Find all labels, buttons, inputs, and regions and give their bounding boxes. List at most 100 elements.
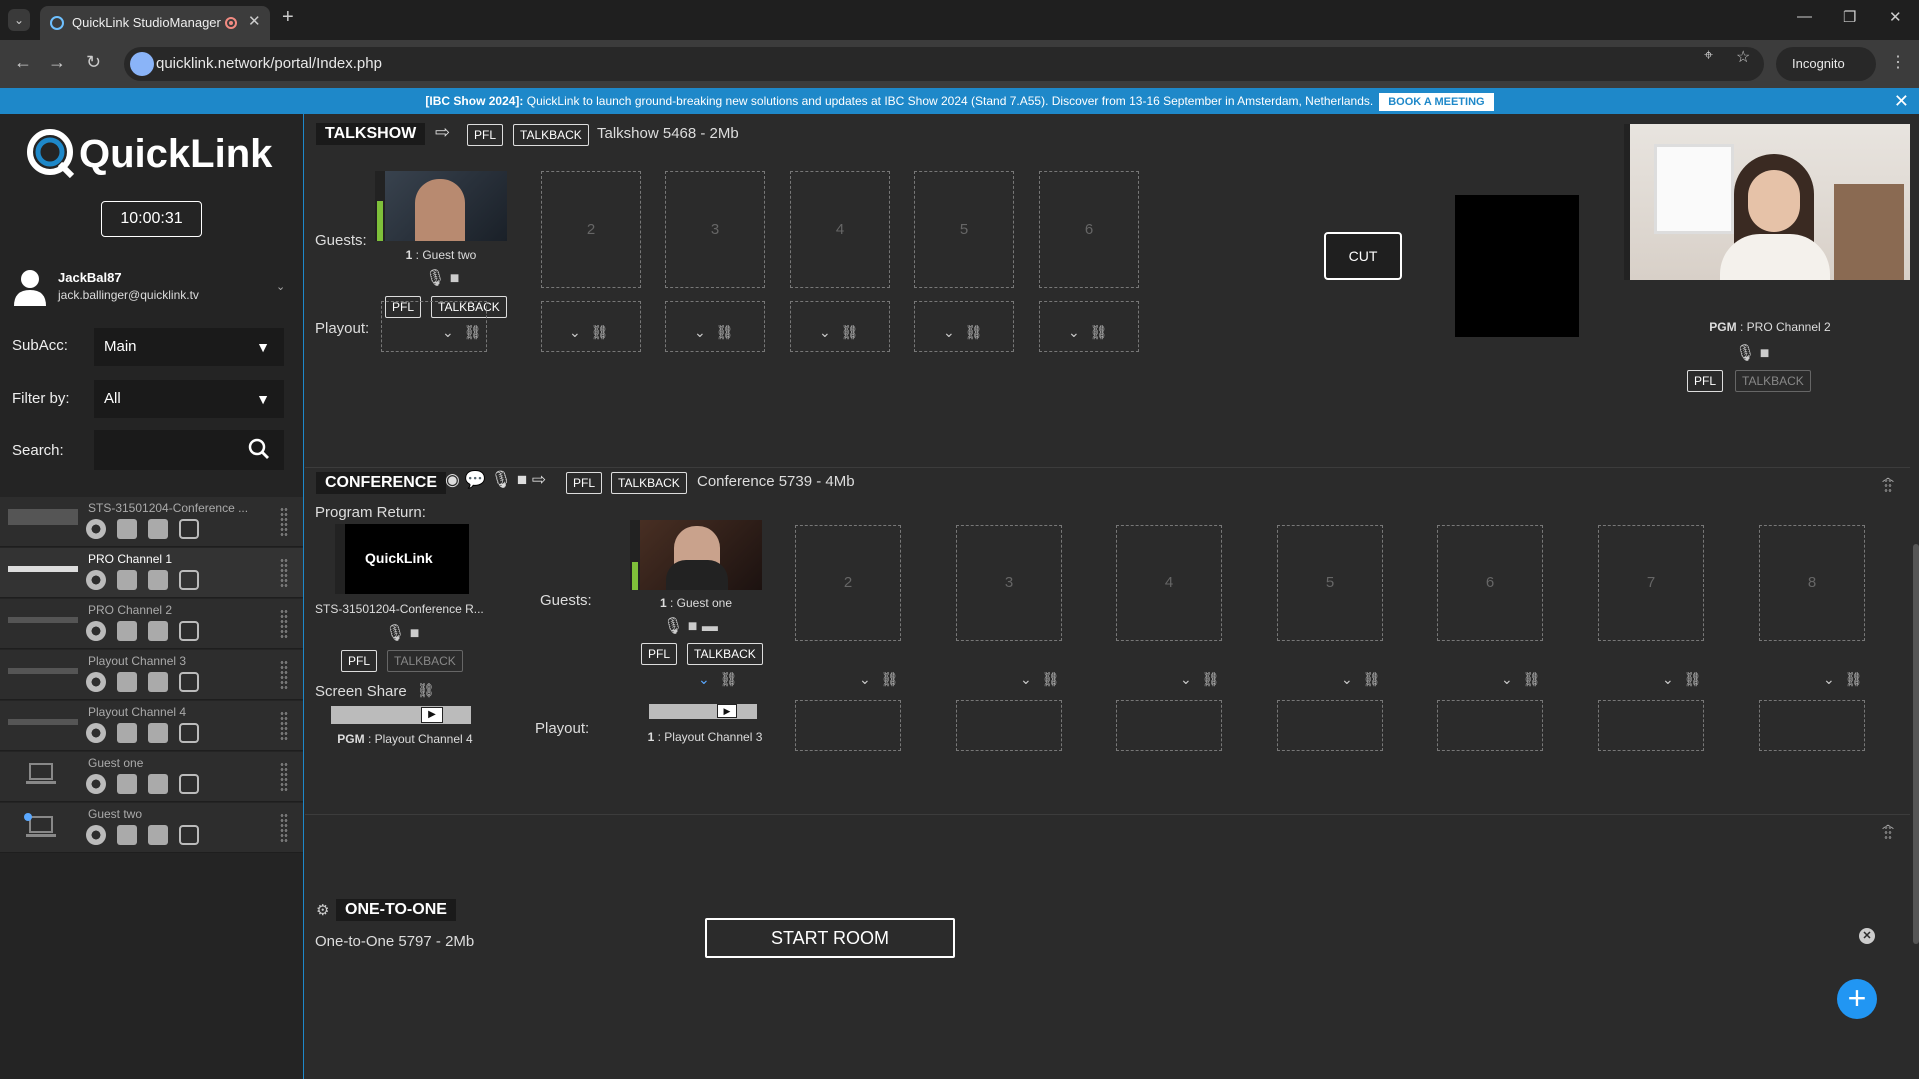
talkshow-pfl-button[interactable]: PFL [467,124,504,146]
chat-icon[interactable]: 💬 [465,470,486,489]
restore-button[interactable]: ❐ [1843,8,1856,26]
guest-slot[interactable]: 8 [1759,525,1865,641]
gear-icon[interactable] [86,672,106,692]
guest-slot[interactable]: 2 [541,171,641,288]
drag-handle-icon[interactable] [1884,825,1892,841]
drag-handle-icon[interactable] [280,813,288,843]
close-icon[interactable]: ✕ [1859,928,1875,944]
headphones-icon[interactable] [117,825,137,845]
link-icon[interactable]: ⛓ [417,682,435,699]
list-item[interactable]: Guest two [0,803,303,853]
chevron-down-icon[interactable]: ⌄ [1823,671,1835,688]
microphone-icon[interactable]: 🎙 [490,470,512,489]
new-tab-button[interactable]: + [282,6,294,29]
guest-slot[interactable]: 7 [1598,525,1704,641]
drag-handle-icon[interactable] [280,762,288,792]
preview-icon[interactable] [179,774,199,794]
preview-icon[interactable] [179,621,199,641]
guest-slot[interactable]: 5 [914,171,1014,288]
talkshow-talkback-button[interactable]: TALKBACK [513,124,589,146]
download-icon[interactable] [148,570,168,590]
bookmark-star-icon[interactable]: ☆ [1736,47,1750,67]
list-item[interactable]: PRO Channel 2 [0,599,303,649]
link-icon[interactable]: ⛓ [1363,671,1381,687]
playout-slot[interactable] [790,301,890,352]
headphones-icon[interactable] [117,570,137,590]
camera-icon[interactable]: ■ [450,270,460,287]
drag-handle-icon[interactable] [280,660,288,690]
preview-icon[interactable] [179,825,199,845]
guest-video-thumbnail[interactable] [375,171,507,241]
start-room-button[interactable]: START ROOM [705,918,955,958]
incognito-badge[interactable]: Incognito [1776,47,1876,81]
guest-video-thumbnail[interactable] [630,520,762,590]
download-icon[interactable] [148,519,168,539]
guest-slot[interactable]: 5 [1277,525,1383,641]
gear-icon[interactable] [86,825,106,845]
gear-icon[interactable] [86,570,106,590]
program-return-thumbnail[interactable]: QuickLink [335,524,469,594]
chevron-down-icon[interactable]: ⌄ [1501,671,1513,688]
list-item[interactable]: STS-31501204-Conference ... [0,497,303,547]
conference-talkback-button[interactable]: TALKBACK [611,472,687,494]
download-icon[interactable] [148,723,168,743]
vertical-scrollbar[interactable] [1913,114,1919,1079]
link-icon[interactable]: ⛓ [1523,671,1541,687]
playout-slot[interactable] [795,700,901,751]
gear-icon[interactable] [86,723,106,743]
site-info-icon[interactable] [130,52,154,76]
microphone-icon[interactable]: 🎙 [425,270,445,287]
guest-slot[interactable]: 3 [956,525,1062,641]
guest-slot[interactable]: 4 [1116,525,1222,641]
screen-share-playout-bar[interactable]: ▶ [331,706,471,724]
download-icon[interactable] [148,774,168,794]
download-icon[interactable] [148,621,168,641]
banner-close-icon[interactable]: ✕ [1894,88,1909,114]
guest-slot[interactable]: 6 [1437,525,1543,641]
headphones-icon[interactable] [117,519,137,539]
guest-slot[interactable]: 2 [795,525,901,641]
link-icon[interactable]: ⛓ [1684,671,1702,687]
drag-handle-icon[interactable] [280,609,288,639]
link-icon[interactable]: ⛓ [881,671,899,687]
user-menu-chevron-icon[interactable]: ⌄ [276,280,285,293]
tab-close-icon[interactable]: ✕ [248,12,261,30]
gear-icon[interactable] [86,774,106,794]
pgm-video-thumbnail[interactable] [1624,124,1910,280]
camera-icon[interactable]: ■ [410,625,420,642]
filter-select[interactable]: All ▼ [94,380,284,418]
list-item[interactable]: Guest one [0,752,303,802]
chevron-down-icon[interactable]: ⌄ [1180,671,1192,688]
chevron-down-icon[interactable]: ⌄ [1662,671,1674,688]
playout-slot[interactable] [1039,301,1139,352]
link-icon[interactable]: ⛓ [1042,671,1060,687]
guest-pfl-button[interactable]: PFL [641,643,678,665]
playout-slot[interactable] [1598,700,1704,751]
screen-icon[interactable]: ▬ [702,618,718,635]
add-room-button[interactable]: + [1837,979,1877,1019]
list-item[interactable]: Playout Channel 4 [0,701,303,751]
microphone-icon[interactable]: 🎙 [1735,345,1755,362]
camera-icon[interactable]: ■ [517,470,527,489]
program-pfl-button[interactable]: PFL [341,650,378,672]
chevron-down-icon[interactable]: ⌄ [698,671,710,688]
playout-slot[interactable] [1116,700,1222,751]
exit-icon[interactable]: ⇨ [532,470,546,489]
gear-icon[interactable] [86,519,106,539]
drag-handle-icon[interactable] [280,711,288,741]
window-close-button[interactable]: ✕ [1889,8,1902,26]
reload-icon[interactable]: ↻ [86,52,101,73]
list-item[interactable]: Playout Channel 3 [0,650,303,700]
download-icon[interactable] [148,672,168,692]
playout-bar[interactable]: ▶ [649,704,757,719]
cut-button[interactable]: CUT [1324,232,1402,280]
microphone-icon[interactable]: 🎙 [385,625,405,642]
playout-slot[interactable] [541,301,641,352]
preview-icon[interactable] [179,570,199,590]
download-icon[interactable] [148,825,168,845]
program-talkback-button[interactable]: TALKBACK [387,650,463,672]
chevron-down-icon[interactable]: ⌄ [1341,671,1353,688]
back-arrow-icon[interactable]: ← [14,52,32,73]
search-icon[interactable] [248,438,270,460]
chevron-down-icon[interactable]: ⌄ [859,671,871,688]
